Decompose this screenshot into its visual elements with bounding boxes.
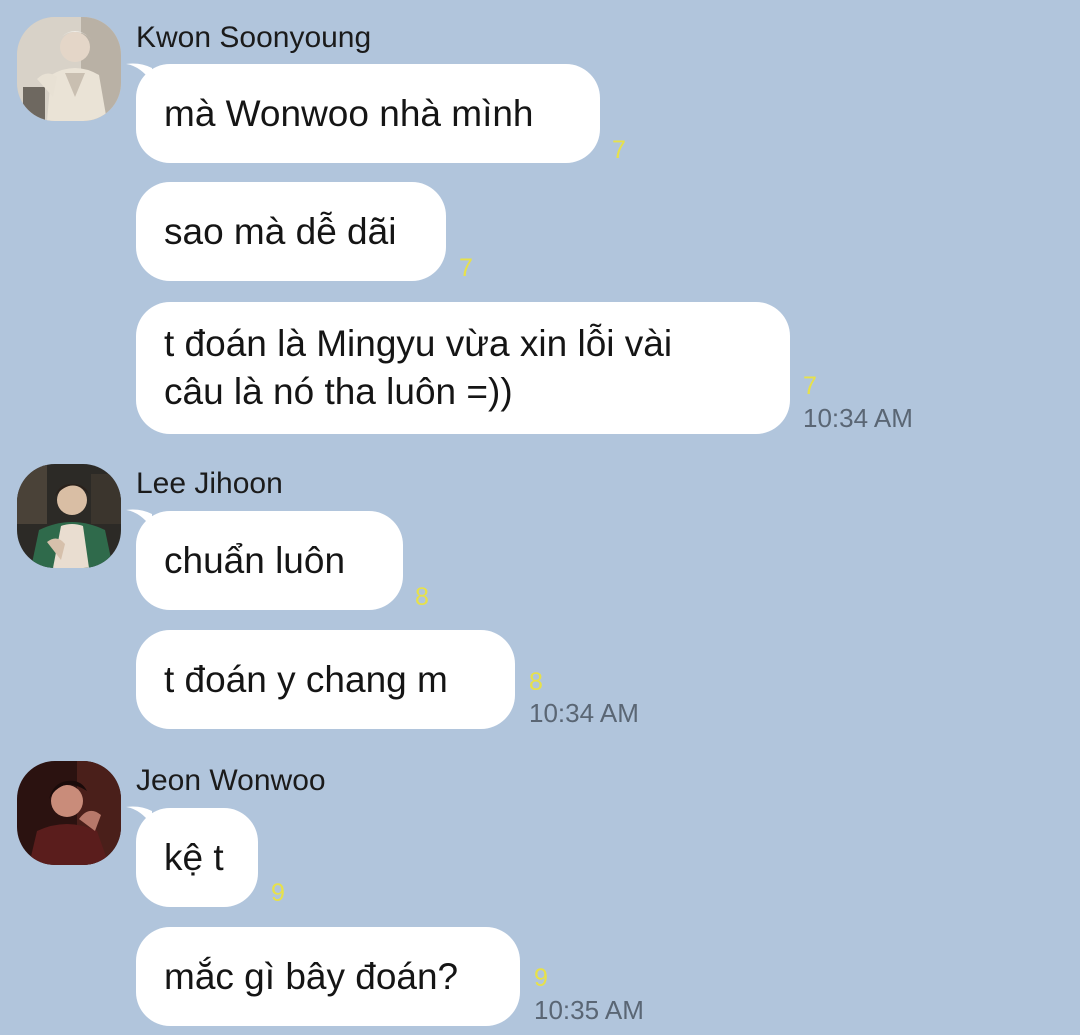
- profile-photo-icon: [17, 17, 121, 121]
- message-timestamp: 10:34 AM: [803, 403, 913, 433]
- read-count: 7: [459, 254, 473, 282]
- lee-jihoon-avatar[interactable]: [17, 464, 121, 568]
- message-text: t đoán là Mingyu vừa xin lỗi vài câu là …: [164, 323, 673, 412]
- profile-photo-icon: [17, 761, 121, 865]
- profile-photo-icon: [17, 464, 121, 568]
- message-text: mà Wonwoo nhà mình: [164, 92, 534, 134]
- sender-name: Jeon Wonwoo: [136, 764, 326, 797]
- jeon-wonwoo-avatar[interactable]: [17, 761, 121, 865]
- message-bubble[interactable]: chuẩn luôn: [136, 511, 403, 610]
- message-text: mắc gì bây đoán?: [164, 955, 459, 997]
- read-count: 7: [803, 372, 817, 400]
- read-count: 8: [415, 583, 429, 611]
- kwon-soonyoung-avatar[interactable]: [17, 17, 121, 121]
- chat-thread: Kwon Soonyoung mà Wonwoo nhà mình 7 sao …: [0, 0, 1080, 1035]
- message-timestamp: 10:34 AM: [529, 698, 639, 728]
- sender-name: Kwon Soonyoung: [136, 21, 372, 54]
- message-text: chuẩn luôn: [164, 539, 346, 581]
- message-text: kệ t: [164, 836, 224, 878]
- read-count: 9: [271, 879, 285, 907]
- message-text: sao mà dễ dãi: [164, 210, 397, 252]
- message-text: t đoán y chang m: [164, 658, 448, 700]
- sender-name: Lee Jihoon: [136, 467, 283, 500]
- read-count: 8: [529, 668, 543, 696]
- message-bubble[interactable]: mắc gì bây đoán?: [136, 927, 520, 1026]
- message-bubble[interactable]: sao mà dễ dãi: [136, 182, 446, 281]
- message-bubble[interactable]: t đoán là Mingyu vừa xin lỗi vài câu là …: [136, 302, 790, 434]
- message-bubble[interactable]: mà Wonwoo nhà mình: [136, 64, 600, 163]
- read-count: 7: [612, 136, 626, 164]
- message-timestamp: 10:35 AM: [534, 995, 644, 1025]
- message-bubble[interactable]: kệ t: [136, 808, 258, 907]
- read-count: 9: [534, 964, 548, 992]
- message-bubble[interactable]: t đoán y chang m: [136, 630, 515, 729]
